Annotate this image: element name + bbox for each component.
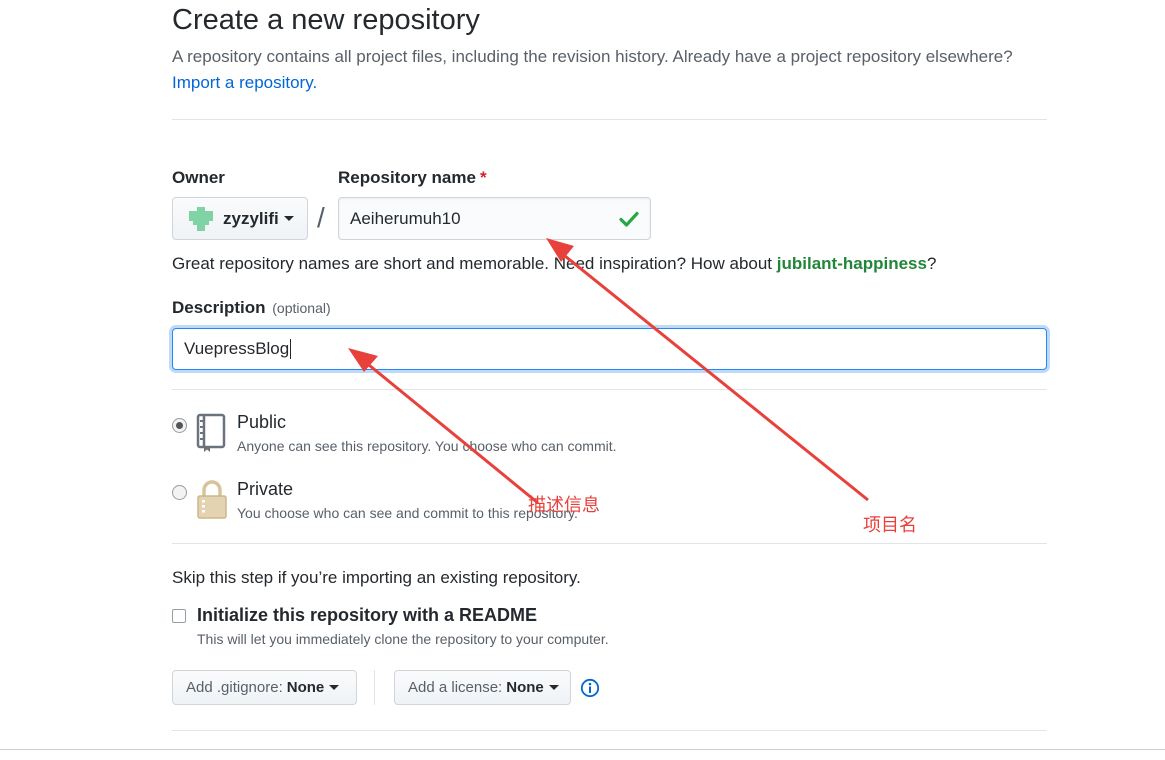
gitignore-dropdown[interactable]: Add .gitignore: None [172, 670, 357, 705]
skip-note: Skip this step if you’re importing an ex… [172, 568, 581, 587]
public-title: Public [237, 412, 287, 432]
hint-suffix: ? [926, 254, 937, 273]
owner-label: Owner [172, 168, 225, 187]
readme-title: Initialize this repository with a README [197, 605, 538, 625]
owner-dropdown[interactable]: zyzylifi [172, 197, 308, 240]
owner-repo-separator: / [317, 202, 325, 233]
lock-icon [197, 480, 227, 519]
private-note: You choose who can see and commit to thi… [237, 505, 578, 521]
gitignore-value: None [286, 679, 325, 696]
chevron-down-icon [283, 216, 294, 221]
public-radio[interactable] [172, 418, 187, 433]
gitignore-label: Add .gitignore: [186, 679, 283, 696]
page-title: Create a new repository [172, 4, 480, 36]
required-mark: * [479, 168, 487, 187]
public-note: Anyone can see this repository. You choo… [237, 438, 617, 454]
description-value: VuepressBlog [184, 339, 290, 358]
chevron-down-icon [329, 685, 340, 690]
license-value: None [506, 679, 544, 696]
check-icon [619, 211, 639, 227]
divider [172, 119, 1047, 120]
annotation-repo-name-note: 项目名 [863, 515, 917, 536]
name-suggestion-link[interactable]: jubilant-happiness [777, 254, 927, 273]
annotation-arrow-description [348, 348, 539, 505]
page-bottom-border [0, 749, 1165, 750]
license-dropdown[interactable]: Add a license: None [394, 670, 571, 705]
repo-book-icon [196, 413, 226, 452]
repository-name-value: Aeiherumuh10 [350, 208, 461, 228]
repo-name-label-wrap: Repository name * [338, 168, 487, 188]
owner-name: zyzylifi [223, 208, 279, 228]
info-icon[interactable] [580, 678, 600, 698]
divider [172, 543, 1047, 544]
page-subtitle: A repository contains all project files,… [172, 47, 1013, 66]
name-hint: Great repository names are short and mem… [172, 254, 936, 274]
description-input[interactable]: VuepressBlog [172, 328, 1047, 370]
private-radio[interactable] [172, 485, 187, 500]
private-title: Private [237, 479, 294, 499]
divider [172, 389, 1047, 390]
repo-name-label: Repository name [338, 168, 476, 187]
chevron-down-icon [548, 685, 559, 690]
hint-text: Great repository names are short and mem… [172, 254, 777, 273]
license-label: Add a license: [408, 679, 503, 696]
readme-checkbox[interactable] [172, 609, 186, 623]
import-repository-link[interactable]: Import a repository. [172, 73, 317, 93]
divider [172, 730, 1047, 731]
avatar [189, 206, 213, 231]
optional-label: (optional) [272, 300, 331, 316]
divider [374, 670, 375, 705]
repository-name-input[interactable]: Aeiherumuh10 [338, 197, 651, 240]
readme-note: This will let you immediately clone the … [197, 631, 609, 647]
description-label: Description [172, 298, 266, 317]
annotation-description-note: 描述信息 [528, 495, 600, 516]
text-cursor [290, 339, 292, 359]
description-label-wrap: Description (optional) [172, 298, 331, 318]
